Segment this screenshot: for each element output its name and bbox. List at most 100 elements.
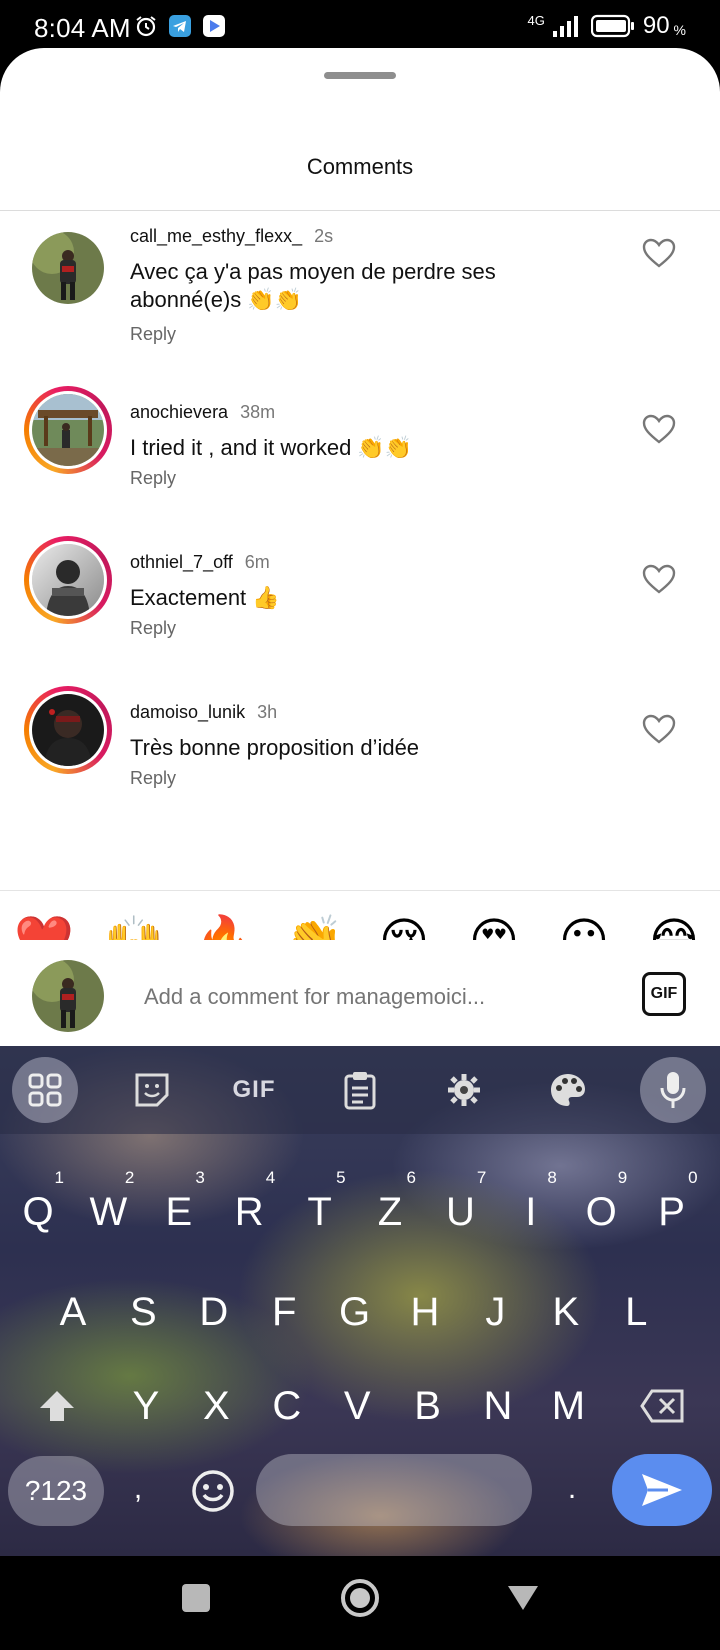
key-i[interactable]: I8 [501, 1168, 561, 1252]
like-heart-icon[interactable] [642, 414, 676, 444]
avatar[interactable] [24, 536, 112, 624]
back-triangle-icon[interactable] [506, 1584, 540, 1612]
comment-text: Avec ça y'a pas moyen de perdre ses abon… [130, 258, 570, 314]
key-q[interactable]: Q1 [8, 1168, 68, 1252]
key-h[interactable]: H [395, 1272, 455, 1352]
comment-text-line: Très bonne proposition d’idée [130, 735, 420, 760]
backspace-key[interactable] [636, 1376, 688, 1436]
drag-handle[interactable] [324, 72, 396, 79]
key-f[interactable]: F [254, 1272, 314, 1352]
key-number-hint: 2 [124, 1168, 135, 1187]
comment-author[interactable]: anochievera 38m [130, 402, 275, 423]
shift-key[interactable] [30, 1376, 84, 1436]
key-a[interactable]: A [43, 1272, 103, 1352]
home-circle-icon[interactable] [340, 1578, 380, 1618]
battery-icon [590, 14, 634, 38]
username[interactable]: othniel_7_off [130, 552, 233, 572]
key-v[interactable]: V [327, 1366, 387, 1446]
reply-button[interactable]: Reply [130, 618, 176, 639]
emoji-key[interactable] [190, 1468, 236, 1514]
reply-button[interactable]: Reply [130, 468, 176, 489]
status-time: 8:04 AM [34, 13, 131, 43]
comma-key[interactable]: , [114, 1454, 162, 1524]
comment-author[interactable]: call_me_esthy_flexx_ 2s [130, 226, 333, 247]
username[interactable]: call_me_esthy_flexx_ [130, 226, 302, 246]
like-heart-icon[interactable] [642, 714, 676, 744]
system-navigation-bar [0, 1556, 720, 1650]
play-store-icon [203, 15, 225, 37]
key-u[interactable]: U7 [430, 1168, 490, 1252]
avatar[interactable] [24, 224, 112, 312]
shift-arrow-icon [40, 1391, 74, 1421]
comment-time: 3h [257, 702, 278, 722]
apps-grid-icon[interactable] [12, 1057, 78, 1123]
key-c[interactable]: C [257, 1366, 317, 1446]
spacebar[interactable] [256, 1454, 532, 1526]
key-k[interactable]: K [536, 1272, 596, 1352]
comment-input[interactable] [144, 980, 614, 1014]
reply-button[interactable]: Reply [130, 768, 176, 789]
like-heart-icon[interactable] [642, 238, 676, 268]
key-y[interactable]: Y [116, 1366, 176, 1446]
battery-unit: % [673, 22, 686, 38]
key-label: W [89, 1190, 128, 1234]
theme-palette-icon[interactable] [540, 1062, 596, 1118]
key-e[interactable]: E3 [149, 1168, 209, 1252]
key-l[interactable]: L [606, 1272, 666, 1352]
alarm-icon [136, 16, 156, 37]
signal-icon [552, 16, 578, 37]
key-number-hint: 6 [406, 1168, 416, 1187]
microphone-icon[interactable] [640, 1057, 706, 1123]
key-label: P [658, 1190, 685, 1234]
key-w[interactable]: W2 [78, 1168, 138, 1252]
comment-author[interactable]: damoiso_lunik 3h [130, 702, 277, 723]
send-arrow-icon [642, 1474, 682, 1506]
comment-item: damoiso_lunik 3h Très bonne proposition d… [0, 686, 720, 836]
send-key[interactable] [612, 1454, 712, 1526]
reply-button[interactable]: Reply [130, 324, 176, 345]
avatar[interactable] [24, 686, 112, 774]
symbols-key[interactable]: ?123 [8, 1456, 104, 1526]
key-label: Q [22, 1190, 54, 1234]
settings-gear-icon[interactable] [436, 1062, 492, 1118]
recents-square-icon[interactable] [182, 1584, 210, 1612]
my-avatar [32, 960, 104, 1032]
key-label: T [307, 1190, 332, 1234]
key-r[interactable]: R4 [219, 1168, 279, 1252]
like-heart-icon[interactable] [642, 564, 676, 594]
sheet-title: Comments [306, 154, 414, 179]
key-b[interactable]: B [398, 1366, 458, 1446]
key-o[interactable]: O9 [571, 1168, 631, 1252]
avatar[interactable] [24, 386, 112, 474]
comment-text: Très bonne proposition d’idée [130, 734, 570, 762]
key-j[interactable]: J [465, 1272, 525, 1352]
key-p[interactable]: P0 [642, 1168, 702, 1252]
username[interactable]: anochievera [130, 402, 228, 422]
key-number-hint: 8 [547, 1168, 557, 1187]
key-d[interactable]: D [184, 1272, 244, 1352]
avatar-image [32, 694, 104, 766]
key-z[interactable]: Z6 [360, 1168, 420, 1252]
battery-level: 90 [642, 12, 670, 39]
sticker-icon[interactable] [124, 1062, 180, 1118]
period-key[interactable]: . [548, 1454, 596, 1524]
key-label: E [165, 1190, 193, 1234]
key-x[interactable]: X [186, 1366, 246, 1446]
key-m[interactable]: M [538, 1366, 598, 1446]
username[interactable]: damoiso_lunik [130, 702, 245, 722]
clipboard-icon[interactable] [332, 1062, 388, 1118]
key-s[interactable]: S [113, 1272, 173, 1352]
key-n[interactable]: N [468, 1366, 528, 1446]
gif-button[interactable]: GIF [642, 972, 686, 1016]
key-number-hint: 7 [476, 1168, 487, 1187]
avatar-image [32, 394, 104, 466]
key-t[interactable]: T5 [290, 1168, 350, 1252]
key-g[interactable]: G [325, 1272, 385, 1352]
comment-text: I tried it , and it worked 👏👏 [130, 434, 570, 462]
keyboard-toolbar: GIF [0, 1046, 720, 1134]
comment-time: 2s [314, 226, 334, 246]
status-right: 4G 90 % [528, 12, 687, 40]
comment-text-line: Avec ça y'a pas moyen de perdre ses [130, 259, 496, 284]
gif-key[interactable]: GIF [226, 1062, 282, 1118]
comment-author[interactable]: othniel_7_off 6m [130, 552, 270, 573]
